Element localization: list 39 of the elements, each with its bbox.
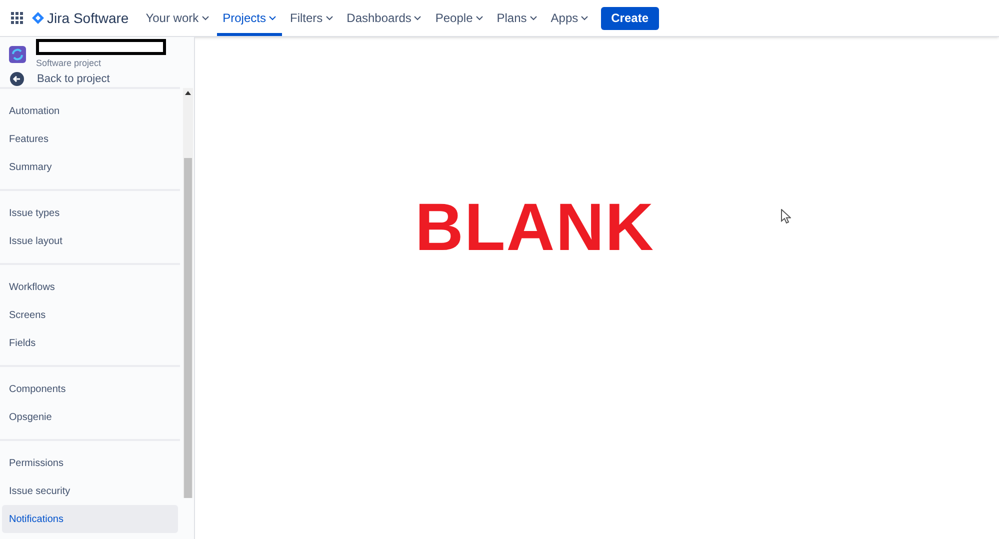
sidebar-item[interactable]: Features — [2, 125, 178, 153]
annotation-text: BLANK — [415, 194, 654, 261]
scrollbar[interactable] — [183, 88, 193, 498]
sidebar-item[interactable]: Fields — [2, 329, 178, 357]
sidebar-item[interactable]: Issue security — [2, 477, 178, 505]
nav-menu[interactable]: Plans — [490, 0, 543, 36]
sidebar-item[interactable]: Issue types — [2, 199, 178, 227]
project-avatar-icon — [9, 46, 26, 64]
create-button[interactable]: Create — [601, 6, 658, 30]
nav-menu[interactable]: People — [429, 0, 489, 36]
sidebar-item[interactable]: Screens — [2, 301, 178, 329]
sidebar-item[interactable]: Permissions — [2, 449, 178, 477]
sidebar-item[interactable]: Automation — [2, 97, 178, 125]
chevron-down-icon — [202, 16, 209, 20]
chevron-down-icon — [268, 16, 276, 20]
mouse-cursor-icon — [781, 209, 791, 224]
chevron-down-icon — [414, 16, 422, 20]
chevron-down-icon — [530, 16, 537, 20]
scroll-up-icon[interactable] — [185, 91, 191, 95]
chevron-down-icon — [326, 16, 333, 20]
nav-menu[interactable]: Apps — [544, 0, 594, 36]
nav-menu[interactable]: Your work — [140, 0, 215, 36]
nav-menu[interactable]: Filters — [284, 0, 339, 36]
back-to-project-link[interactable]: Back to project — [0, 70, 194, 87]
nav-menu[interactable]: Dashboards — [340, 0, 428, 36]
chevron-down-icon — [581, 16, 588, 20]
nav-menu[interactable]: Projects — [216, 0, 282, 36]
scrollbar-thumb[interactable] — [184, 158, 192, 498]
app-switcher-icon[interactable] — [11, 12, 23, 24]
project-type: Software project — [36, 57, 102, 70]
chevron-down-icon — [476, 16, 483, 20]
product-name[interactable]: Jira Software — [47, 8, 129, 28]
sidebar-item[interactable]: Components — [2, 375, 178, 403]
sidebar-item[interactable]: Issue layout — [2, 227, 178, 255]
logo-icon — [32, 12, 44, 24]
sidebar-item[interactable]: Workflows — [2, 273, 178, 301]
sidebar-item[interactable]: Notifications — [2, 505, 178, 533]
sidebar-item[interactable]: Opsgenie — [2, 403, 178, 431]
sidebar-item[interactable]: Summary — [2, 153, 178, 181]
